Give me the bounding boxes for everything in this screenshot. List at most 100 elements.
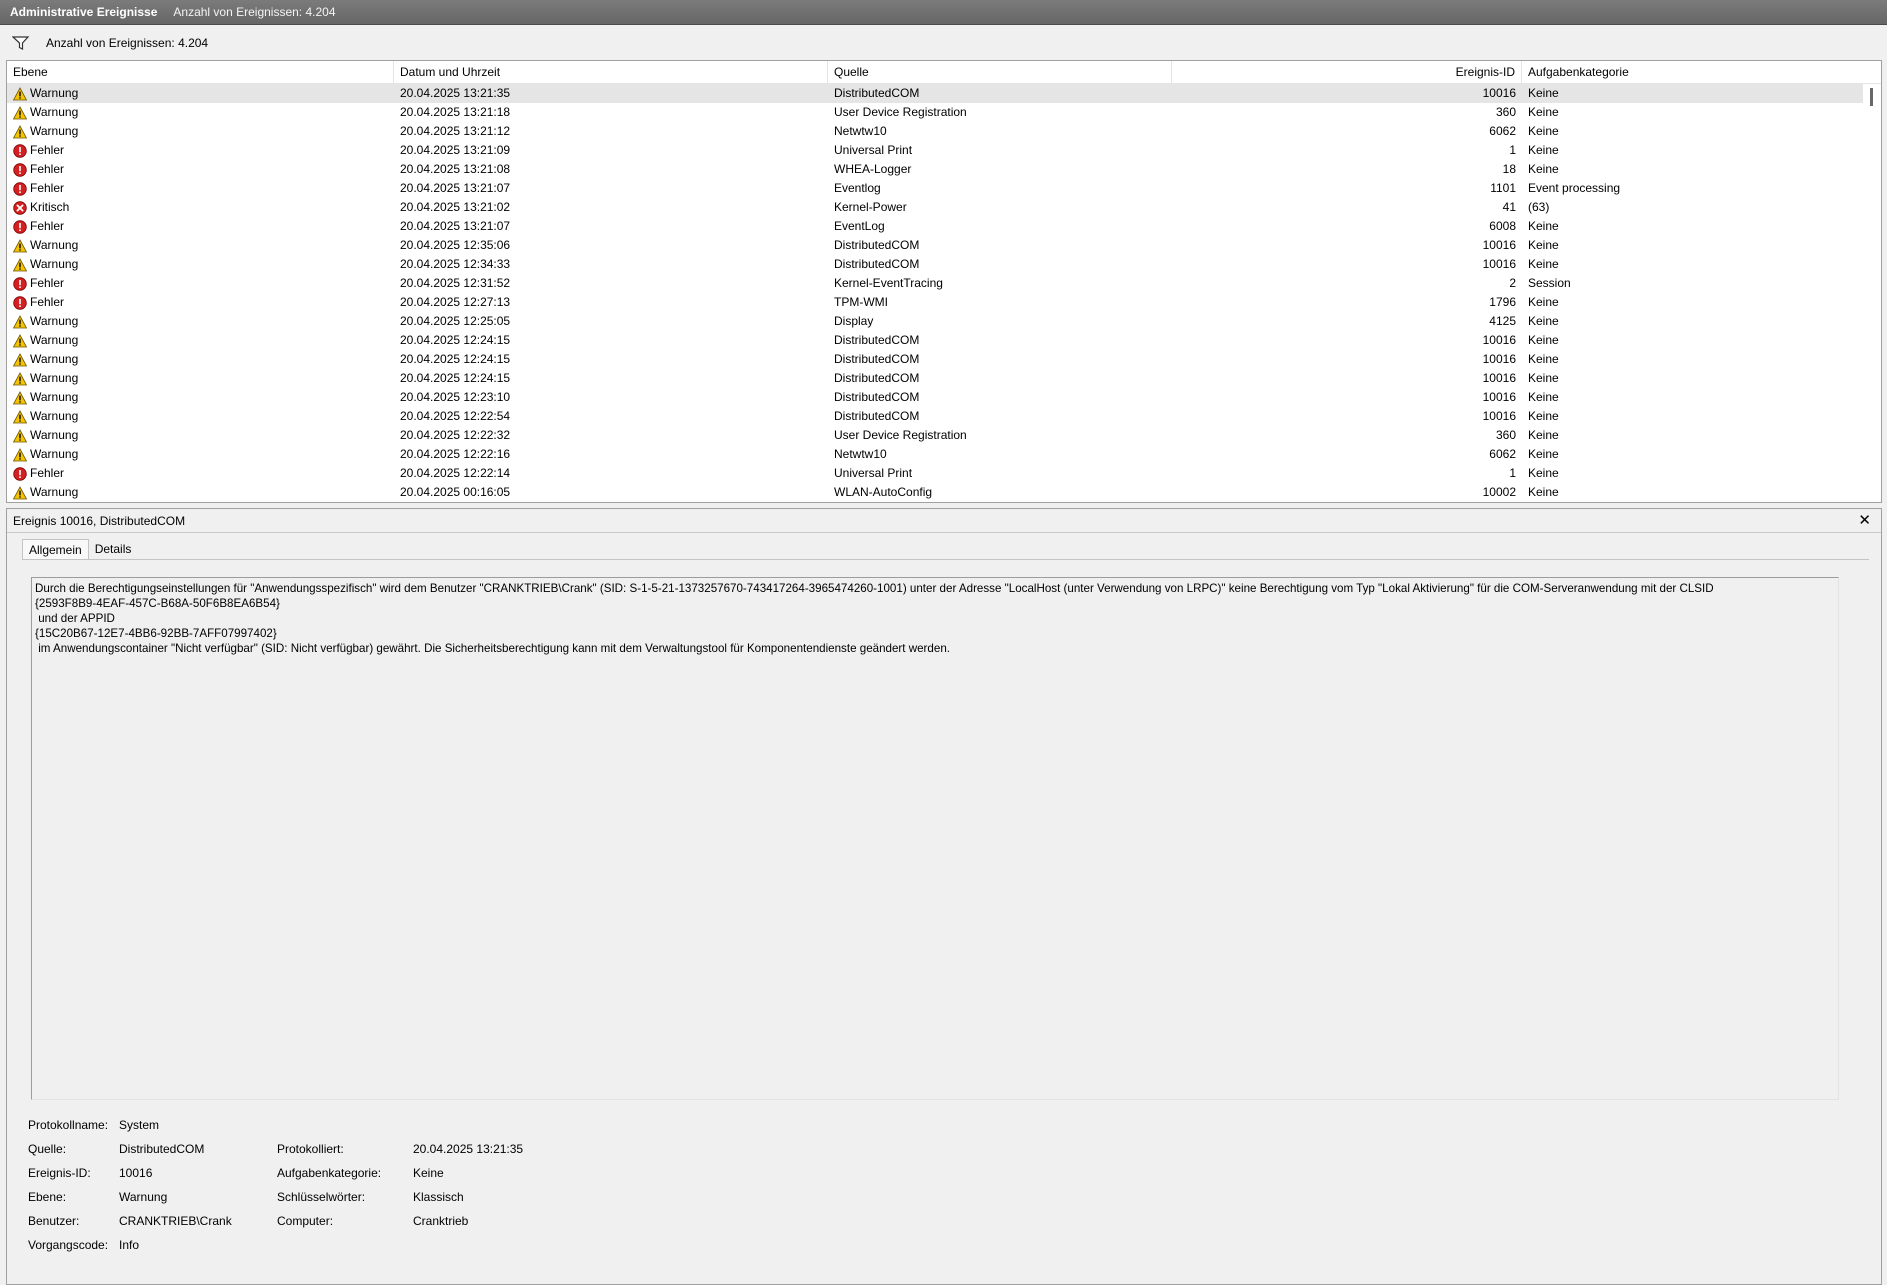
row-category: Keine: [1528, 466, 1559, 480]
row-datetime: 20.04.2025 13:21:07: [400, 181, 511, 195]
logname-label: Protokollname:: [28, 1118, 109, 1132]
tab-divider: [22, 559, 1869, 560]
table-row[interactable]: Fehler 20.04.2025 13:21:09 Universal Print…: [7, 141, 1881, 160]
warning-icon: [13, 124, 27, 138]
row-level: Warnung: [7, 331, 394, 350]
column-header-category[interactable]: Aufgabenkategorie: [1522, 61, 1865, 84]
table-row[interactable]: Warnung 20.04.2025 12:24:15 DistributedCOM…: [7, 369, 1881, 388]
row-category: Keine: [1528, 390, 1559, 404]
table-row[interactable]: Fehler 20.04.2025 12:31:52 Kernel-EventTra…: [7, 274, 1881, 293]
row-datetime: 20.04.2025 12:24:15: [400, 333, 511, 347]
table-row[interactable]: Warnung 20.04.2025 13:21:12 Netwtw10 6062 Ke…: [7, 122, 1881, 141]
prop-row-logname: Protokollname: System: [28, 1113, 1028, 1137]
row-category: Keine: [1528, 162, 1559, 176]
column-header-datetime[interactable]: Datum und Uhrzeit: [394, 61, 828, 84]
event-properties: Protokollname: System Quelle: Distribute…: [28, 1113, 1028, 1257]
row-datetime: 20.04.2025 12:25:05: [400, 314, 511, 328]
table-row[interactable]: Warnung 20.04.2025 12:22:54 DistributedCOM…: [7, 407, 1881, 426]
row-level-text: Warnung: [30, 409, 79, 423]
table-row[interactable]: Fehler 20.04.2025 13:21:07 EventLog 6008 Kei…: [7, 217, 1881, 236]
table-row[interactable]: Warnung 20.04.2025 12:25:05 Display 4125 Kei…: [7, 312, 1881, 331]
warning-icon: [13, 390, 27, 404]
table-row[interactable]: Warnung 20.04.2025 12:23:10 DistributedCOM…: [7, 388, 1881, 407]
table-row[interactable]: Kritisch 20.04.2025 13:21:02 Kernel-Power 4…: [7, 198, 1881, 217]
scrollbar-thumb[interactable]: [1870, 88, 1873, 106]
event-list[interactable]: Ebene Datum und Uhrzeit Quelle Ereignis-…: [6, 60, 1882, 503]
category-value[interactable]: Keine: [413, 1161, 444, 1185]
row-level-text: Warnung: [30, 352, 79, 366]
eventid-value[interactable]: 10016: [119, 1161, 152, 1185]
row-level-text: Warnung: [30, 371, 79, 385]
row-level-text: Warnung: [30, 428, 79, 442]
table-row[interactable]: Fehler 20.04.2025 12:22:14 Universal Print…: [7, 464, 1881, 483]
row-level: Warnung: [7, 122, 394, 141]
row-datetime: 20.04.2025 13:21:12: [400, 124, 511, 138]
column-header-source[interactable]: Quelle: [828, 61, 1172, 84]
error-icon: [13, 181, 27, 196]
table-row[interactable]: Warnung 20.04.2025 12:34:33 DistributedCOM…: [7, 255, 1881, 274]
table-row[interactable]: Fehler 20.04.2025 13:21:08 WHEA-Logger 18 Ke…: [7, 160, 1881, 179]
row-level: Fehler: [7, 464, 394, 483]
event-message[interactable]: Durch die Berechtigungseinstellungen für…: [31, 577, 1839, 1100]
column-header-eventid[interactable]: Ereignis-ID: [1172, 61, 1522, 84]
table-row[interactable]: Warnung 20.04.2025 12:35:06 DistributedCOM…: [7, 236, 1881, 255]
row-source: EventLog: [834, 219, 885, 233]
row-datetime: 20.04.2025 12:22:16: [400, 447, 511, 461]
row-source: TPM-WMI: [834, 295, 888, 309]
computer-value[interactable]: Cranktrieb: [413, 1209, 468, 1233]
user-value[interactable]: CRANKTRIEB\Crank: [119, 1209, 232, 1233]
row-level-text: Fehler: [30, 181, 65, 195]
row-source: Netwtw10: [834, 447, 887, 461]
row-category: Keine: [1528, 352, 1559, 366]
table-row[interactable]: Fehler 20.04.2025 13:21:07 Eventlog 1101 Eve…: [7, 179, 1881, 198]
row-datetime: 20.04.2025 00:16:05: [400, 485, 511, 499]
table-row[interactable]: Fehler 20.04.2025 12:27:13 TPM-WMI 1796 Kein…: [7, 293, 1881, 312]
column-header-level[interactable]: Ebene: [7, 61, 394, 84]
prop-row-user: Benutzer: CRANKTRIEB\Crank Computer: Cra…: [28, 1209, 1028, 1233]
row-level: Fehler: [7, 160, 394, 179]
row-level-text: Fehler: [30, 276, 65, 290]
row-level-text: Fehler: [30, 219, 65, 233]
close-icon[interactable]: ✕: [1858, 511, 1871, 529]
row-category: Keine: [1528, 86, 1559, 100]
tab-details[interactable]: Details: [89, 539, 138, 559]
table-row[interactable]: Warnung 20.04.2025 13:21:35 DistributedCOM…: [7, 84, 1881, 103]
row-level-text: Warnung: [30, 314, 79, 328]
table-row[interactable]: Warnung 20.04.2025 12:22:16 Netwtw10 6062 Ke…: [7, 445, 1881, 464]
warning-icon: [13, 485, 27, 499]
row-eventid: 4125: [1489, 314, 1516, 328]
table-row[interactable]: Warnung 20.04.2025 12:22:32 User Device Re…: [7, 426, 1881, 445]
logged-label: Protokolliert:: [277, 1142, 344, 1156]
row-datetime: 20.04.2025 12:22:32: [400, 428, 511, 442]
table-row[interactable]: Warnung 20.04.2025 00:16:05 WLAN-AutoConfi…: [7, 483, 1881, 502]
table-row[interactable]: Warnung 20.04.2025 13:21:18 User Device Re…: [7, 103, 1881, 122]
row-source: DistributedCOM: [834, 409, 920, 423]
vertical-scrollbar[interactable]: [1863, 84, 1881, 502]
row-category: Keine: [1528, 257, 1559, 271]
row-level-text: Fehler: [30, 466, 65, 480]
table-row[interactable]: Warnung 20.04.2025 12:24:15 DistributedCOM…: [7, 331, 1881, 350]
prop-row-eventid: Ereignis-ID: 10016 Aufgabenkategorie: Ke…: [28, 1161, 1028, 1185]
logname-value[interactable]: System: [119, 1113, 159, 1137]
opcode-value[interactable]: Info: [119, 1233, 139, 1257]
row-level-text: Warnung: [30, 124, 79, 138]
tab-general[interactable]: Allgemein: [22, 539, 89, 559]
keywords-value[interactable]: Klassisch: [413, 1185, 464, 1209]
row-datetime: 20.04.2025 12:22:14: [400, 466, 511, 480]
table-row[interactable]: Warnung 20.04.2025 12:24:15 DistributedCOM…: [7, 350, 1881, 369]
source-value[interactable]: DistributedCOM: [119, 1137, 204, 1161]
row-eventid: 41: [1502, 200, 1516, 214]
row-level-text: Warnung: [30, 390, 79, 404]
source-label: Quelle:: [28, 1142, 67, 1156]
event-detail-panel: Ereignis 10016, DistributedCOM ✕ Allgeme…: [6, 508, 1882, 1285]
filter-icon[interactable]: [12, 35, 30, 51]
level-value[interactable]: Warnung: [119, 1185, 167, 1209]
row-source: WLAN-AutoConfig: [834, 485, 933, 499]
row-eventid: 6062: [1489, 447, 1516, 461]
logged-value[interactable]: 20.04.2025 13:21:35: [413, 1137, 523, 1161]
row-level: Warnung: [7, 426, 394, 445]
row-level: Fehler: [7, 179, 394, 198]
row-category: Keine: [1528, 124, 1559, 138]
warning-icon: [13, 371, 27, 385]
row-level-text: Kritisch: [30, 200, 70, 214]
